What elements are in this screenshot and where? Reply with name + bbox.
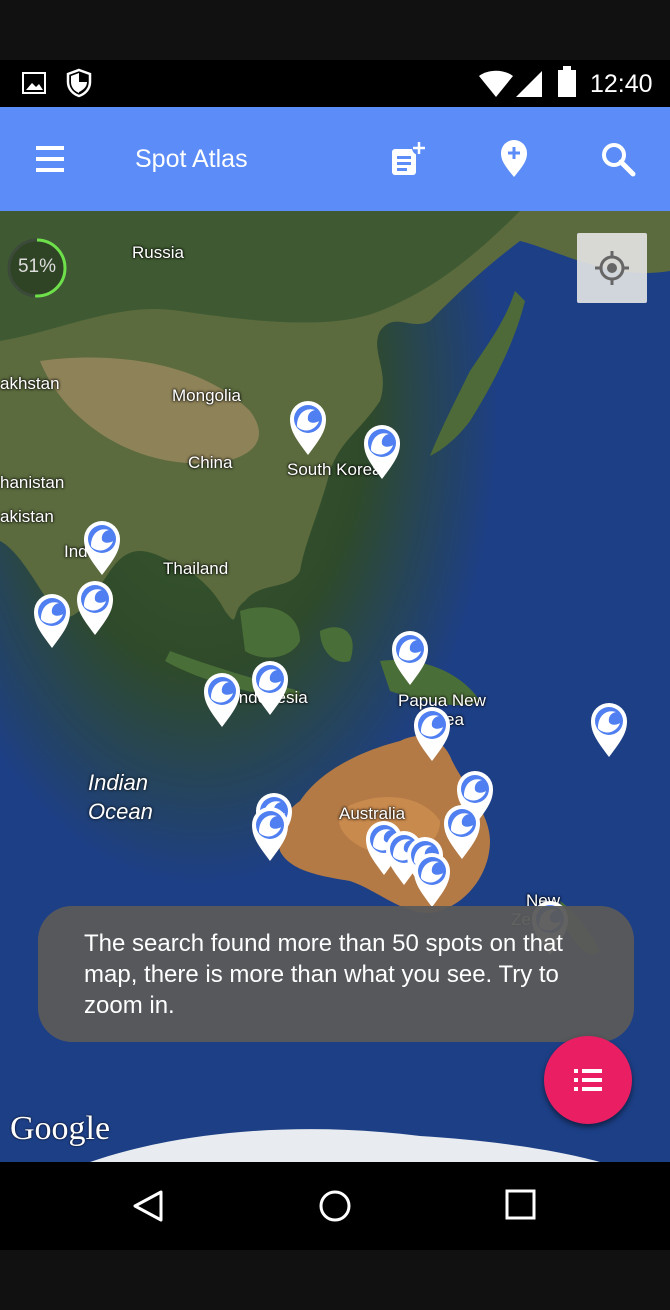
surf-spot-marker[interactable]	[589, 701, 629, 759]
label-afghanistan: hanistan	[0, 473, 65, 492]
surf-spot-marker[interactable]	[75, 579, 115, 637]
app-title: Spot Atlas	[135, 145, 248, 173]
add-note-icon[interactable]	[388, 139, 428, 179]
app-bar: Spot Atlas	[0, 107, 670, 211]
surf-spot-marker[interactable]	[362, 423, 402, 481]
label-thailand: Thailand	[163, 559, 229, 578]
search-progress: 51%	[6, 237, 68, 299]
surf-spot-marker[interactable]	[32, 592, 72, 650]
surf-spot-marker[interactable]	[412, 851, 452, 909]
status-time: 12:40	[590, 70, 653, 98]
recents-icon[interactable]	[504, 1188, 538, 1222]
progress-text: 51%	[17, 256, 57, 277]
add-location-icon[interactable]	[498, 139, 530, 179]
back-icon[interactable]	[131, 1188, 167, 1224]
label-china: China	[188, 453, 233, 472]
menu-icon[interactable]	[34, 143, 68, 175]
list-icon	[574, 1069, 602, 1091]
home-icon[interactable]	[317, 1188, 353, 1224]
bottom-black-area	[0, 1250, 670, 1310]
battery-icon	[558, 66, 576, 97]
surf-spot-marker[interactable]	[250, 659, 290, 717]
label-mongolia: Mongolia	[172, 386, 241, 405]
status-bar: 12:40	[0, 60, 670, 107]
navigation-bar	[0, 1162, 670, 1250]
my-location-button[interactable]	[577, 233, 647, 303]
image-icon	[22, 72, 46, 94]
label-pakistan: akistan	[0, 507, 54, 526]
google-attribution: Google	[10, 1110, 111, 1147]
label-indian-ocean: Indian Ocean	[88, 770, 153, 824]
label-russia: Russia	[132, 243, 184, 262]
wifi-icon	[479, 70, 513, 97]
surf-spot-marker[interactable]	[82, 519, 122, 577]
label-kazakhstan: akhstan	[0, 374, 60, 393]
crosshair-icon	[595, 251, 629, 285]
surf-spot-marker[interactable]	[288, 399, 328, 457]
surf-spot-marker[interactable]	[202, 671, 242, 729]
surf-spot-marker[interactable]	[390, 629, 430, 687]
surf-spot-marker[interactable]	[250, 805, 290, 863]
top-black-area	[0, 0, 670, 60]
signal-icon	[516, 71, 542, 97]
toast-message: The search found more than 50 spots on t…	[38, 906, 634, 1042]
shield-icon	[66, 68, 92, 98]
surf-spot-marker[interactable]	[412, 705, 452, 763]
search-icon[interactable]	[600, 141, 636, 177]
spot-list-fab[interactable]	[544, 1036, 632, 1124]
